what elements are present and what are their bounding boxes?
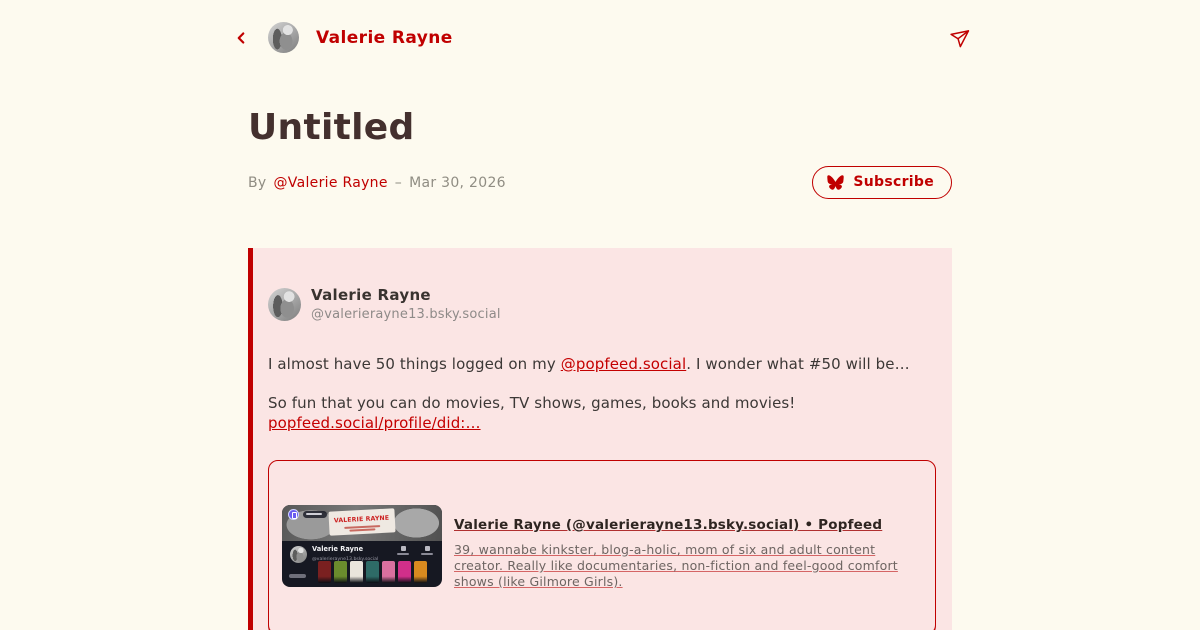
post-text-3: So fun that you can do movies, TV shows,… (268, 394, 796, 412)
byline-author-link[interactable]: @Valerie Rayne (274, 175, 388, 191)
paper-plane-send-icon (949, 28, 970, 48)
subscribe-label: Subscribe (853, 174, 934, 190)
poster-thumb (350, 561, 363, 583)
bluesky-butterfly-icon (827, 174, 845, 190)
link-preview-thumbnail: VALERIE RAYNE Valerie Rayne @valerierayn… (282, 505, 442, 587)
link-preview-card[interactable]: VALERIE RAYNE Valerie Rayne @valerierayn… (268, 460, 936, 630)
byline-separator: – (394, 174, 403, 191)
thumbnail-banner-text: VALERIE RAYNE (334, 514, 390, 524)
popfeed-mention-link[interactable]: @popfeed.social (561, 355, 687, 373)
post-paragraph-1: I almost have 50 things logged on my @po… (268, 354, 936, 374)
share-button[interactable] (946, 25, 972, 51)
poster-thumb (334, 561, 347, 583)
author-avatar[interactable] (268, 22, 299, 53)
byline-prefix: By (248, 174, 267, 191)
poster-thumb (382, 561, 395, 583)
post-text-2: . I wonder what #50 will be… (686, 355, 910, 373)
link-preview-title[interactable]: Valerie Rayne (@valerierayne13.bsky.soci… (454, 517, 919, 533)
chevron-left-icon (232, 29, 250, 47)
byline: By @Valerie Rayne – Mar 30, 2026 (248, 175, 506, 191)
byline-row: By @Valerie Rayne – Mar 30, 2026 Subscri… (248, 166, 952, 199)
link-preview-text: Valerie Rayne (@valerierayne13.bsky.soci… (454, 505, 919, 590)
thumbnail-stat (396, 546, 410, 555)
post-author-meta: Valerie Rayne @valerierayne13.bsky.socia… (311, 286, 501, 322)
thumbnail-caption-text (289, 574, 306, 578)
article-main: Untitled By @Valerie Rayne – Mar 30, 202… (248, 107, 952, 630)
subscribe-button[interactable]: Subscribe (812, 166, 952, 199)
page-title: Untitled (248, 107, 415, 148)
thumbnail-profile-pill (303, 511, 327, 518)
post-author-name: Valerie Rayne (311, 286, 431, 304)
post-author-handle: @valerierayne13.bsky.social (311, 307, 501, 322)
top-header: Valerie Rayne (228, 0, 972, 53)
thumbnail-banner-sign: VALERIE RAYNE (328, 508, 396, 536)
post-body: I almost have 50 things logged on my @po… (268, 354, 936, 433)
thumbnail-avatar (290, 545, 307, 563)
thumbnail-stat (420, 546, 434, 555)
post-author-row[interactable]: Valerie Rayne @valerierayne13.bsky.socia… (268, 286, 936, 322)
poster-thumb (414, 561, 427, 583)
poster-thumb (318, 561, 331, 583)
post-paragraph-2: So fun that you can do movies, TV shows,… (268, 393, 936, 433)
poster-thumb (366, 561, 379, 583)
thumbnail-stats (396, 546, 434, 555)
embedded-bluesky-post: Valerie Rayne @valerierayne13.bsky.socia… (248, 248, 952, 630)
popfeed-logo-icon (288, 509, 299, 520)
link-preview-description[interactable]: 39, wannabe kinkster, blog-a-holic, mom … (454, 542, 919, 590)
back-button[interactable] (228, 25, 254, 51)
thumbnail-sign-line (349, 527, 376, 532)
poster-thumb (398, 561, 411, 583)
post-text-1: I almost have 50 things logged on my (268, 355, 561, 373)
post-author-avatar[interactable] (268, 287, 301, 321)
popfeed-profile-link[interactable]: popfeed.social/profile/did:… (268, 414, 481, 432)
header-author-name[interactable]: Valerie Rayne (316, 28, 453, 48)
byline-date: Mar 30, 2026 (409, 174, 506, 191)
thumbnail-profile-name: Valerie Rayne (312, 545, 364, 554)
poster-row (318, 561, 427, 583)
